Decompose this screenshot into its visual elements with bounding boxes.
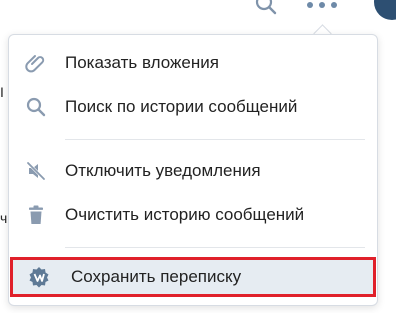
dot-icon	[331, 2, 337, 8]
avatar[interactable]	[374, 0, 396, 20]
trash-icon	[25, 204, 47, 226]
menu-item-label: Поиск по истории сообщений	[65, 97, 298, 116]
save-badge-icon	[28, 266, 50, 288]
background-text: I	[0, 84, 4, 100]
menu-item-search-history[interactable]: Поиск по истории сообщений	[9, 85, 377, 129]
menu-item-mute-notifications[interactable]: Отключить уведомления	[9, 149, 377, 193]
menu-item-show-attachments[interactable]: Показать вложения	[9, 41, 377, 85]
menu-item-label: Сохранить переписку	[71, 267, 242, 286]
menu-item-label: Показать вложения	[65, 53, 219, 72]
dot-icon	[319, 2, 325, 8]
menu-divider	[65, 139, 365, 140]
menu-item-label: Отключить уведомления	[65, 161, 261, 180]
speaker-mute-icon	[25, 160, 47, 182]
search-icon	[25, 96, 47, 118]
menu-item-label: Очистить историю сообщений	[65, 205, 305, 224]
menu-divider	[65, 247, 365, 248]
background-text: ч	[0, 210, 8, 226]
dot-icon	[307, 2, 313, 8]
menu-item-save-conversation[interactable]: Сохранить переписку	[10, 257, 376, 297]
more-options-button[interactable]	[305, 0, 339, 16]
search-icon[interactable]	[252, 0, 280, 18]
menu-item-clear-history[interactable]: Очистить историю сообщений	[9, 193, 377, 237]
paperclip-icon	[25, 52, 47, 74]
more-options-menu: Показать вложения Поиск по истории сообщ…	[8, 34, 378, 306]
app-stage: I ч Показать вложения Поиск по истории с…	[0, 0, 396, 313]
